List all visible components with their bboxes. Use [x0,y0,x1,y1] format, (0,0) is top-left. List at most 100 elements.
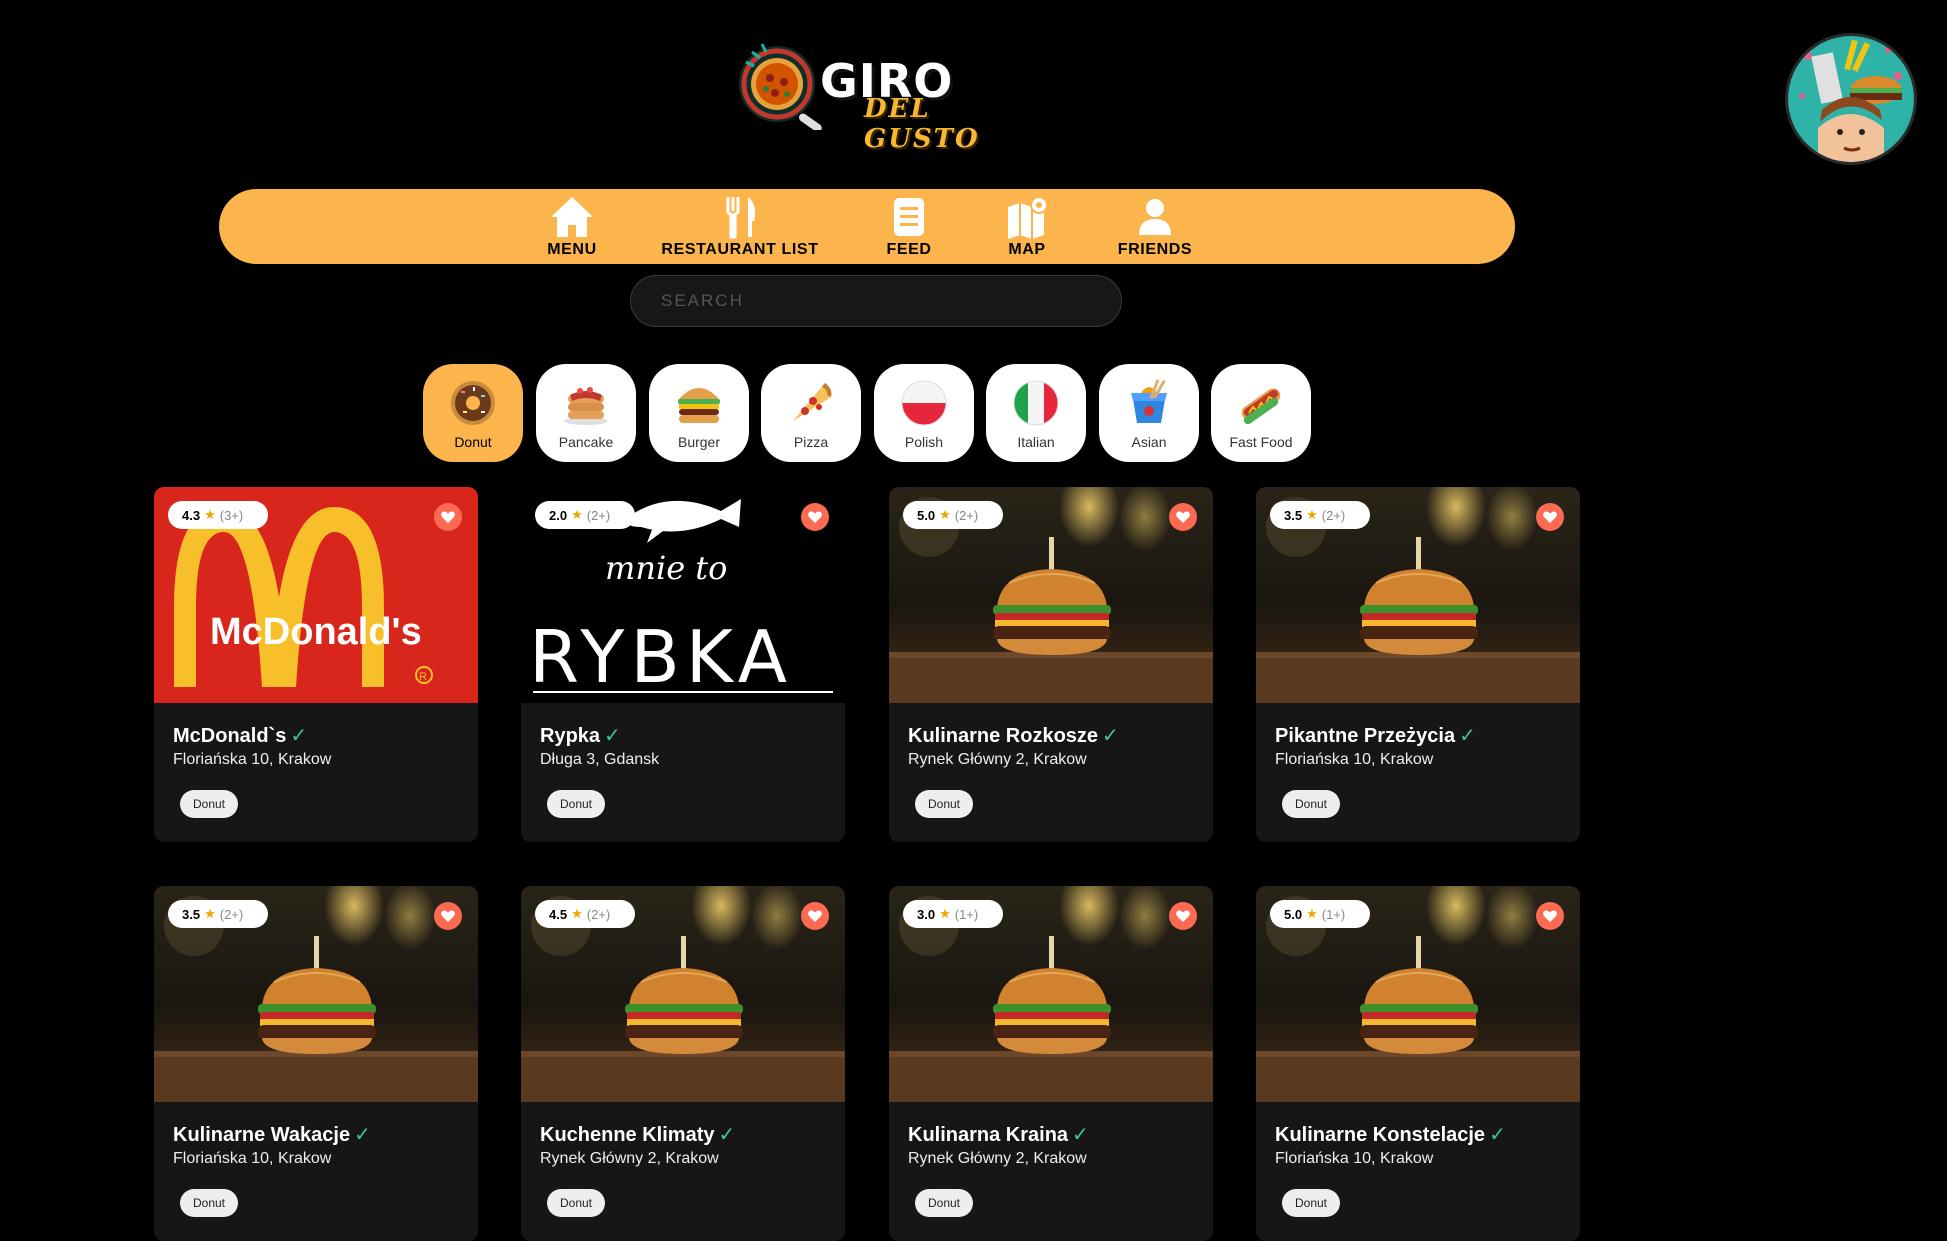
category-fast-food[interactable]: Fast Food [1211,364,1311,462]
favorite-button[interactable] [801,902,829,930]
verified-check-icon: ✓ [604,725,621,747]
home-icon [551,197,593,237]
verified-check-icon: ✓ [290,725,308,747]
restaurant-card[interactable]: 5.0 ★ (1+) Kulinarne Konstelacje ✓ Floriańska… [1256,886,1580,1241]
favorite-button[interactable] [1536,902,1564,930]
star-icon: ★ [1306,906,1318,921]
category-tag[interactable]: Donut [1282,1189,1340,1217]
restaurant-card[interactable]: 4.5 ★ (2+) Kuchenne Klimaty ✓ Rynek Główny 2,… [521,886,845,1241]
heart-icon [808,910,822,922]
category-asian[interactable]: Asian [1099,364,1199,462]
restaurant-name-text: Kulinarne Rozkosze [908,725,1099,747]
rating-value: 3.0 [917,906,936,922]
restaurant-card[interactable]: McDonald's R 4.3 ★ (3+) McDonald`s ✓ Floriańska… [154,487,478,842]
rating-badge: 3.0 ★ (1+) [903,900,1003,928]
avatar-illustration [1788,36,1914,162]
rating-value: 4.3 [182,507,201,523]
restaurant-name[interactable]: Kulinarne Rozkosze ✓ [908,723,1119,748]
search-input[interactable] [630,275,1122,327]
category-label: Polish [904,434,944,450]
category-polish[interactable]: Polish [874,364,974,462]
heart-icon [1176,511,1190,523]
verified-check-icon: ✓ [1459,725,1476,747]
restaurant-address: Floriańska 10, Krakow [173,751,332,768]
restaurant-name-text: Pikantne Przeżycia [1275,725,1456,747]
restaurant-name-text: McDonald`s [173,725,287,747]
rating-value: 3.5 [1284,507,1303,523]
restaurant-name[interactable]: Kulinarna Kraina ✓ [908,1122,1089,1147]
category-label: Pancake [558,434,614,450]
heart-icon [808,511,822,523]
nav-restaurant-list[interactable]: RESTAURANT LIST [655,195,825,259]
restaurant-address: Rynek Główny 2, Krakow [540,1150,719,1167]
rating-count: (2+) [586,906,611,922]
restaurant-address: Rynek Główny 2, Krakow [908,1150,1087,1167]
category-pizza[interactable]: Pizza [761,364,861,462]
category-burger[interactable]: Burger [649,364,749,462]
favorite-button[interactable] [434,503,462,531]
user-avatar[interactable] [1785,33,1917,165]
favorite-button[interactable] [801,503,829,531]
restaurant-card[interactable]: 5.0 ★ (2+) Kulinarne Rozkosze ✓ Rynek Główny … [889,487,1213,842]
map-icon [1008,196,1048,239]
category-tag[interactable]: Donut [547,790,605,818]
category-label: Donut [454,434,492,450]
category-donut[interactable]: Donut [423,364,523,462]
category-tag[interactable]: Donut [180,790,238,818]
restaurant-name[interactable]: Kulinarne Konstelacje ✓ [1275,1122,1506,1147]
fork-knife-icon [725,197,756,239]
verified-check-icon: ✓ [1072,1124,1089,1146]
rating-value: 2.0 [549,507,568,523]
category-tag[interactable]: Donut [547,1189,605,1217]
nav-feed[interactable]: FEED [869,195,949,259]
rating-value: 4.5 [549,906,568,922]
rating-badge: 4.5 ★ (2+) [535,900,635,928]
star-icon: ★ [939,906,951,921]
app-logo[interactable]: GIRO DEL GUSTO [732,38,1012,154]
rating-count: (2+) [954,507,979,523]
category-label: Burger [677,434,721,450]
nav-label: FRIENDS [1117,241,1193,258]
restaurant-card[interactable]: 3.5 ★ (2+) Pikantne Przeżycia ✓ Floriańska 10… [1256,487,1580,842]
restaurant-card[interactable]: 3.5 ★ (2+) Kulinarne Wakacje ✓ Floriańska 10,… [154,886,478,1241]
pizza-magnifier-icon [739,43,822,130]
nav-menu[interactable]: MENU [532,195,612,259]
heart-icon [441,910,455,922]
category-tag[interactable]: Donut [915,790,973,818]
favorite-button[interactable] [434,902,462,930]
heart-icon [1543,910,1557,922]
rating-badge: 2.0 ★ (2+) [535,501,635,529]
restaurant-name[interactable]: McDonald`s ✓ [173,723,307,748]
category-tag[interactable]: Donut [180,1189,238,1217]
nav-map[interactable]: MAP [987,195,1067,259]
document-icon [894,198,924,236]
restaurant-name-text: Kulinarna Kraina [908,1124,1069,1146]
favorite-button[interactable] [1169,902,1197,930]
category-label: Pizza [793,434,829,450]
category-tag[interactable]: Donut [915,1189,973,1217]
category-italian[interactable]: Italian [986,364,1086,462]
category-label: Italian [1017,434,1055,450]
pancake-icon [564,387,608,425]
favorite-button[interactable] [1169,503,1197,531]
nav-friends[interactable]: FRIENDS [1105,195,1205,259]
restaurant-address: Floriańska 10, Krakow [173,1150,332,1167]
rating-count: (2+) [219,906,244,922]
pizza-icon [793,383,832,421]
favorite-button[interactable] [1536,503,1564,531]
italian-flag-icon [1013,380,1059,426]
restaurant-card[interactable]: 3.0 ★ (1+) Kulinarna Kraina ✓ Rynek Główny 2,… [889,886,1213,1241]
restaurant-card[interactable]: mnie to RYBKA 2.0 ★ (2+) Rypka ✓ Długa 3, Gdans… [521,487,845,842]
category-pancake[interactable]: Pancake [536,364,636,462]
rating-badge: 5.0 ★ (1+) [1270,900,1370,928]
restaurant-name[interactable]: Kulinarne Wakacje ✓ [173,1122,371,1147]
category-tag[interactable]: Donut [1282,790,1340,818]
verified-check-icon: ✓ [718,1124,736,1146]
star-icon: ★ [1306,507,1318,522]
restaurant-name[interactable]: Rypka ✓ [540,723,621,748]
restaurant-name[interactable]: Kuchenne Klimaty ✓ [540,1122,735,1147]
verified-check-icon: ✓ [1489,1124,1506,1146]
rating-count: (2+) [586,507,611,523]
rating-badge: 5.0 ★ (2+) [903,501,1003,529]
restaurant-name[interactable]: Pikantne Przeżycia ✓ [1275,723,1476,748]
